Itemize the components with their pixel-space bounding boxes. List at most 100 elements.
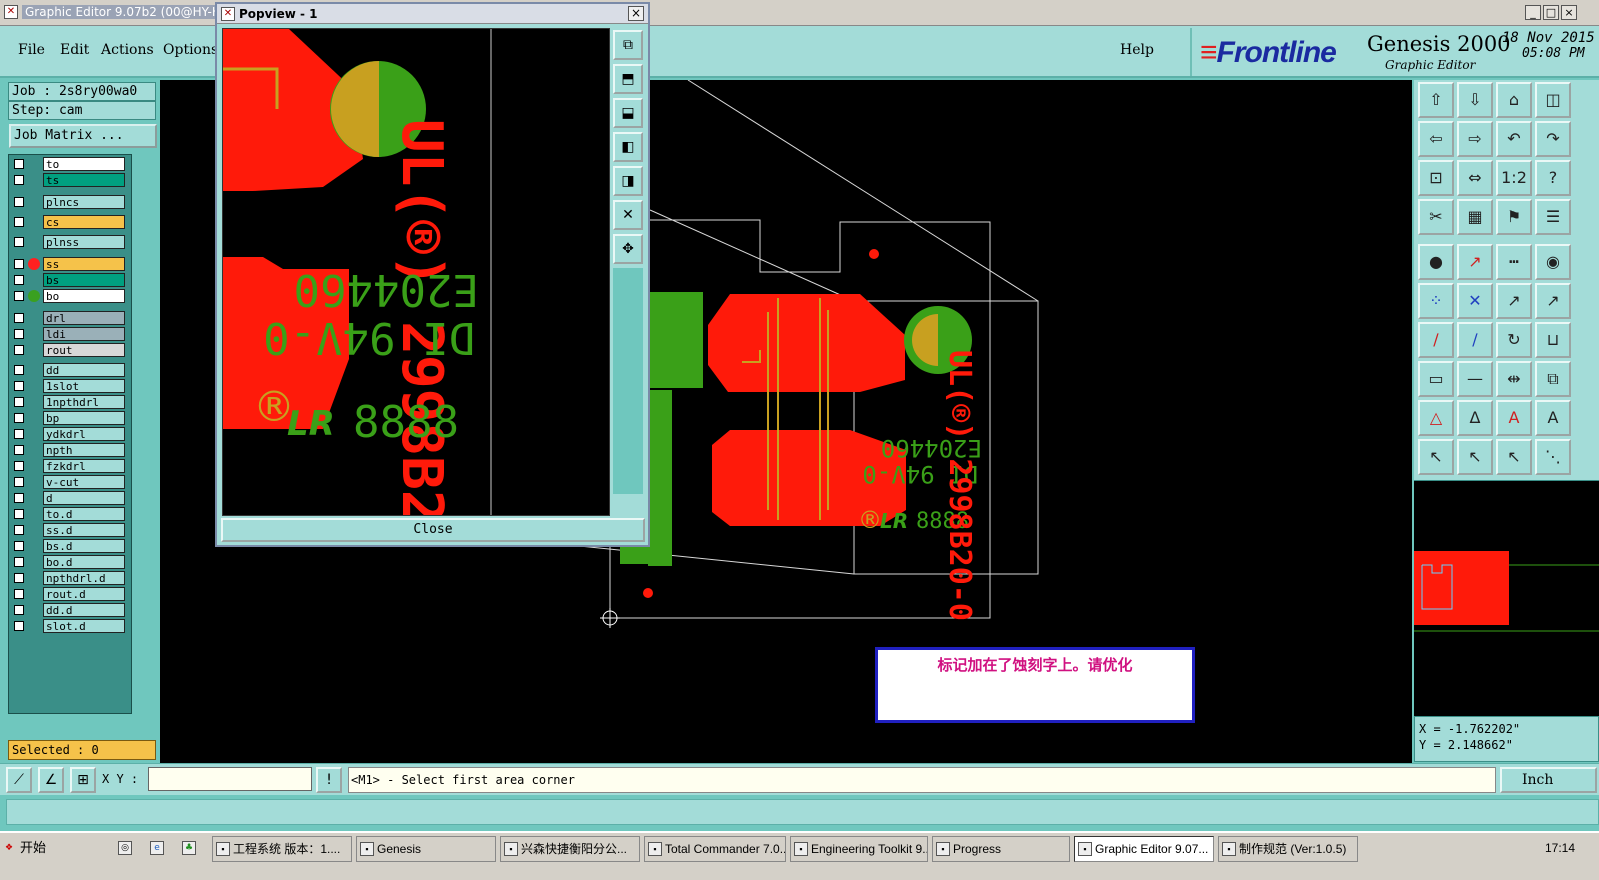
layer-name[interactable]: drl <box>43 311 125 325</box>
layer-row-bs[interactable]: bs <box>11 273 129 287</box>
transform-icon[interactable]: ↗ <box>1535 283 1571 319</box>
layer-checkbox[interactable] <box>14 275 24 285</box>
taskbar-item[interactable]: ▪ Progress <box>932 836 1070 862</box>
layer-checkbox[interactable] <box>14 259 24 269</box>
layer-row-npth[interactable]: npth <box>11 443 129 457</box>
grid-mode-icon[interactable]: ⊞ <box>70 767 96 793</box>
split-view-icon[interactable]: ◫ <box>1535 82 1571 118</box>
layer-name[interactable]: to.d <box>43 507 125 521</box>
layer-checkbox[interactable] <box>14 345 24 355</box>
angle-mode-icon[interactable]: ∠ <box>38 767 64 793</box>
triangle-fill-icon[interactable]: △ <box>1418 400 1454 436</box>
draw-line-icon[interactable]: ↗ <box>1457 244 1493 280</box>
layer-row-v-cut[interactable]: v-cut <box>11 475 129 489</box>
fit-profile-icon[interactable]: ⇔ <box>1457 160 1493 196</box>
popview-pan-left-icon[interactable]: ◧ <box>613 132 643 162</box>
cut-icon[interactable]: — <box>1457 361 1493 397</box>
layer-checkbox[interactable] <box>14 413 24 423</box>
layer-row-drl[interactable]: drl <box>11 311 129 325</box>
layer-checkbox[interactable] <box>14 461 24 471</box>
layer-checkbox[interactable] <box>14 237 24 247</box>
move-icon[interactable]: ↗ <box>1496 283 1532 319</box>
measure-icon[interactable]: ✂ <box>1418 199 1454 235</box>
layer-checkbox[interactable] <box>14 397 24 407</box>
layer-row-ldi[interactable]: ldi <box>11 327 129 341</box>
grid-icon[interactable]: ▦ <box>1457 199 1493 235</box>
fit-all-icon[interactable]: ⊡ <box>1418 160 1454 196</box>
layer-checkbox[interactable] <box>14 573 24 583</box>
taskbar-item[interactable]: ▪ Total Commander 7.0... <box>644 836 786 862</box>
job-matrix-button[interactable]: Job Matrix ... <box>9 124 157 148</box>
menu-help[interactable]: Help <box>1120 42 1154 58</box>
layer-row-ts[interactable]: ts <box>11 173 129 187</box>
layer-checkbox[interactable] <box>14 557 24 567</box>
layer-row-cs[interactable]: cs <box>11 215 129 229</box>
layer-name[interactable]: rout.d <box>43 587 125 601</box>
taskbar-item[interactable]: ▪ Genesis <box>356 836 496 862</box>
connect-icon[interactable]: ⁘ <box>1418 283 1454 319</box>
layer-checkbox[interactable] <box>14 381 24 391</box>
layer-row-bo-d[interactable]: bo.d <box>11 555 129 569</box>
minimize-button[interactable]: _ <box>1525 5 1541 20</box>
snap-icon[interactable]: ● <box>1418 244 1454 280</box>
layer-name[interactable]: ts <box>43 173 125 187</box>
layer-checkbox[interactable] <box>14 589 24 599</box>
menu-file[interactable]: File <box>18 42 45 58</box>
zoom-up-icon[interactable]: ⇧ <box>1418 82 1454 118</box>
layer-checkbox[interactable] <box>14 493 24 503</box>
layer-name[interactable]: v-cut <box>43 475 125 489</box>
layer-row-1npthdrl[interactable]: 1npthdrl <box>11 395 129 409</box>
layer-row-rout[interactable]: rout <box>11 343 129 357</box>
layer-checkbox[interactable] <box>14 313 24 323</box>
help-icon[interactable]: ? <box>1535 160 1571 196</box>
layer-name[interactable]: dd.d <box>43 603 125 617</box>
layer-checkbox[interactable] <box>14 217 24 227</box>
popview-pan-down-icon[interactable]: ⬓ <box>613 98 643 128</box>
layer-checkbox[interactable] <box>14 429 24 439</box>
layer-row-plncs[interactable]: plncs <box>11 195 129 209</box>
layer-row-to[interactable]: to <box>11 157 129 171</box>
overview-map[interactable] <box>1414 480 1599 716</box>
popview-pan-up-icon[interactable]: ⬒ <box>613 64 643 94</box>
popview-center-icon[interactable]: ✥ <box>613 234 643 264</box>
layer-name[interactable]: ldi <box>43 327 125 341</box>
ie-icon[interactable]: e <box>150 841 164 855</box>
layer-row-1slot[interactable]: 1slot <box>11 379 129 393</box>
units-select[interactable]: Inch <box>1500 767 1597 793</box>
popview-fit-icon[interactable]: ✕ <box>613 200 643 230</box>
layer-name[interactable]: to <box>43 157 125 171</box>
layer-row-ss[interactable]: ss <box>11 257 129 271</box>
line-red-icon[interactable]: ∕ <box>1418 322 1454 358</box>
line-blue-icon[interactable]: ∕ <box>1457 322 1493 358</box>
text-a-icon[interactable]: A <box>1496 400 1532 436</box>
text-a2-icon[interactable]: A <box>1535 400 1571 436</box>
maximize-button[interactable]: □ <box>1543 5 1559 20</box>
taskbar-item[interactable]: ▪ 工程系统 版本：1.... <box>212 836 352 862</box>
layer-name[interactable]: d <box>43 491 125 505</box>
popview-pan-right-icon[interactable]: ◨ <box>613 166 643 196</box>
popview-close-icon[interactable]: × <box>628 6 644 21</box>
layer-name[interactable]: bs.d <box>43 539 125 553</box>
pan-left-icon[interactable]: ⇦ <box>1418 121 1454 157</box>
chrome-icon[interactable]: ◎ <box>118 841 132 855</box>
xy-input[interactable] <box>148 767 312 791</box>
layer-checkbox[interactable] <box>14 445 24 455</box>
layer-checkbox[interactable] <box>14 175 24 185</box>
taskbar-item[interactable]: ▪ Graphic Editor 9.07... <box>1074 836 1214 862</box>
layer-row-slot-d[interactable]: slot.d <box>11 619 129 633</box>
rotate-icon[interactable]: ↻ <box>1496 322 1532 358</box>
layer-name[interactable]: 1slot <box>43 379 125 393</box>
app-launch-icon[interactable]: ♣ <box>182 841 196 855</box>
scale-1-2-icon[interactable]: 1:2 <box>1496 160 1532 196</box>
taskbar-item[interactable]: ▪ 制作规范 (Ver:1.0.5) <box>1218 836 1358 862</box>
ruler-icon[interactable]: ┅ <box>1496 244 1532 280</box>
layer-checkbox[interactable] <box>14 329 24 339</box>
taskbar-item[interactable]: ▪ Engineering Toolkit 9.... <box>790 836 928 862</box>
layer-name[interactable]: bp <box>43 411 125 425</box>
layer-row-bo[interactable]: bo <box>11 289 129 303</box>
home-icon[interactable]: ⌂ <box>1496 82 1532 118</box>
layer-name[interactable]: ydkdrl <box>43 427 125 441</box>
layer-checkbox[interactable] <box>14 605 24 615</box>
layer-row-plnss[interactable]: plnss <box>11 235 129 249</box>
layer-name[interactable]: bo <box>43 289 125 303</box>
